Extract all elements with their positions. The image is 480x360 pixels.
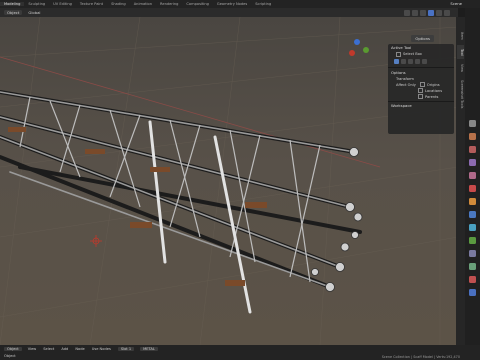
menu-node[interactable]: Node (75, 347, 84, 351)
material-shading-icon[interactable] (436, 9, 442, 16)
object-props-icon[interactable] (469, 198, 476, 205)
ws-tab-scripting[interactable]: Scripting (251, 2, 275, 6)
select-intersect-icon[interactable] (422, 59, 427, 64)
parents-label: Parents (425, 94, 439, 99)
menu-add[interactable]: Add (61, 347, 68, 351)
panel-divider (388, 67, 454, 68)
options-header[interactable]: Options (388, 69, 454, 76)
ws-tab-animation[interactable]: Animation (130, 2, 156, 6)
constraints-props-icon[interactable] (469, 250, 476, 257)
scene-selector[interactable]: Scene (450, 1, 462, 6)
workspace-tabs-bar: Modeling Sculpting UV Editing Texture Pa… (0, 0, 480, 8)
tab-view[interactable]: View (457, 61, 464, 75)
xray-icon[interactable] (412, 9, 418, 16)
data-props-icon[interactable] (469, 263, 476, 270)
select-mode-buttons (388, 57, 454, 66)
scene-stats: Scene Collection | Scaff Model | Verts:1… (381, 355, 460, 359)
world-props-icon[interactable] (469, 185, 476, 192)
locations-checkbox[interactable] (418, 88, 423, 94)
select-box-icon (396, 51, 401, 57)
select-box-label: Select Box (403, 52, 422, 56)
wireframe-shading-icon[interactable] (420, 9, 426, 16)
view-layer-props-icon[interactable] (469, 159, 476, 166)
texture-props-icon[interactable] (469, 289, 476, 296)
properties-editor-tabs (465, 8, 480, 345)
ws-tab-compositing[interactable]: Compositing (182, 2, 213, 6)
use-nodes-toggle[interactable]: Use Nodes (92, 347, 111, 351)
parents-checkbox[interactable] (418, 94, 423, 100)
options-dropdown[interactable]: Options (411, 35, 434, 42)
output-props-icon[interactable] (469, 146, 476, 153)
physics-props-icon[interactable] (469, 237, 476, 244)
affect-only-label: Affect Only (396, 82, 416, 87)
ws-tab-rendering[interactable]: Rendering (156, 2, 182, 6)
active-tool-header[interactable]: Active Tool (388, 44, 454, 51)
sidebar-tabs: Item Tool View Screenshot Tools (456, 17, 465, 345)
tab-tool[interactable]: Tool (457, 45, 464, 59)
origins-label: Origins (426, 82, 440, 87)
tab-item[interactable]: Item (457, 29, 464, 43)
panel-divider (388, 100, 454, 102)
scene-props-icon[interactable] (469, 172, 476, 179)
locations-label: Locations (425, 88, 443, 93)
sidebar-n-panel: Active Tool Select Box Options Transform… (388, 44, 454, 134)
ws-tab-sculpting[interactable]: Sculpting (24, 2, 49, 6)
select-new-icon[interactable] (394, 59, 399, 64)
ws-tab-uv-editing[interactable]: UV Editing (49, 2, 76, 6)
ws-tab-texture-paint[interactable]: Texture Paint (76, 2, 107, 6)
modifier-props-icon[interactable] (469, 211, 476, 218)
menu-select[interactable]: Select (43, 347, 54, 351)
solid-shading-icon[interactable] (428, 9, 434, 16)
tool-props-icon[interactable] (469, 120, 476, 127)
slot-dropdown[interactable]: Slot 1 (117, 346, 135, 351)
ws-tab-modeling[interactable]: Modeling (0, 2, 25, 6)
shader-header-row: Object View Select Add Node Use Nodes Sl… (0, 345, 480, 353)
render-props-icon[interactable] (469, 133, 476, 140)
ws-tab-geometry-nodes[interactable]: Geometry Nodes (213, 2, 251, 6)
shading-icons (404, 9, 450, 16)
3d-viewport[interactable]: Options Active Tool Select Box Options T… (0, 17, 458, 345)
render-shading-icon[interactable] (444, 9, 450, 16)
status-object-label: Object (4, 354, 16, 359)
ws-tab-shading[interactable]: Shading (107, 2, 130, 6)
tab-screenshot-tools[interactable]: Screenshot Tools (457, 77, 464, 111)
mode-dropdown[interactable]: Object (4, 10, 23, 15)
overlay-icon[interactable] (404, 9, 410, 16)
select-extend-icon[interactable] (401, 59, 406, 64)
select-subtract-icon[interactable] (408, 59, 413, 64)
workspace-header[interactable]: Workspace (388, 102, 454, 109)
parents-row[interactable]: Parents (388, 94, 454, 100)
orientation-dropdown[interactable]: Global (28, 10, 40, 15)
menu-view[interactable]: View (28, 347, 37, 351)
material-selector[interactable]: METAL (140, 346, 158, 351)
viewport-header: Object Global (0, 8, 458, 17)
select-invert-icon[interactable] (415, 59, 420, 64)
origins-checkbox[interactable] (419, 82, 425, 88)
shader-editor-header: Object View Select Add Node Use Nodes Sl… (0, 345, 480, 360)
object-mode-dropdown[interactable]: Object (4, 346, 22, 351)
particles-props-icon[interactable] (469, 224, 476, 231)
material-props-icon[interactable] (469, 276, 476, 283)
